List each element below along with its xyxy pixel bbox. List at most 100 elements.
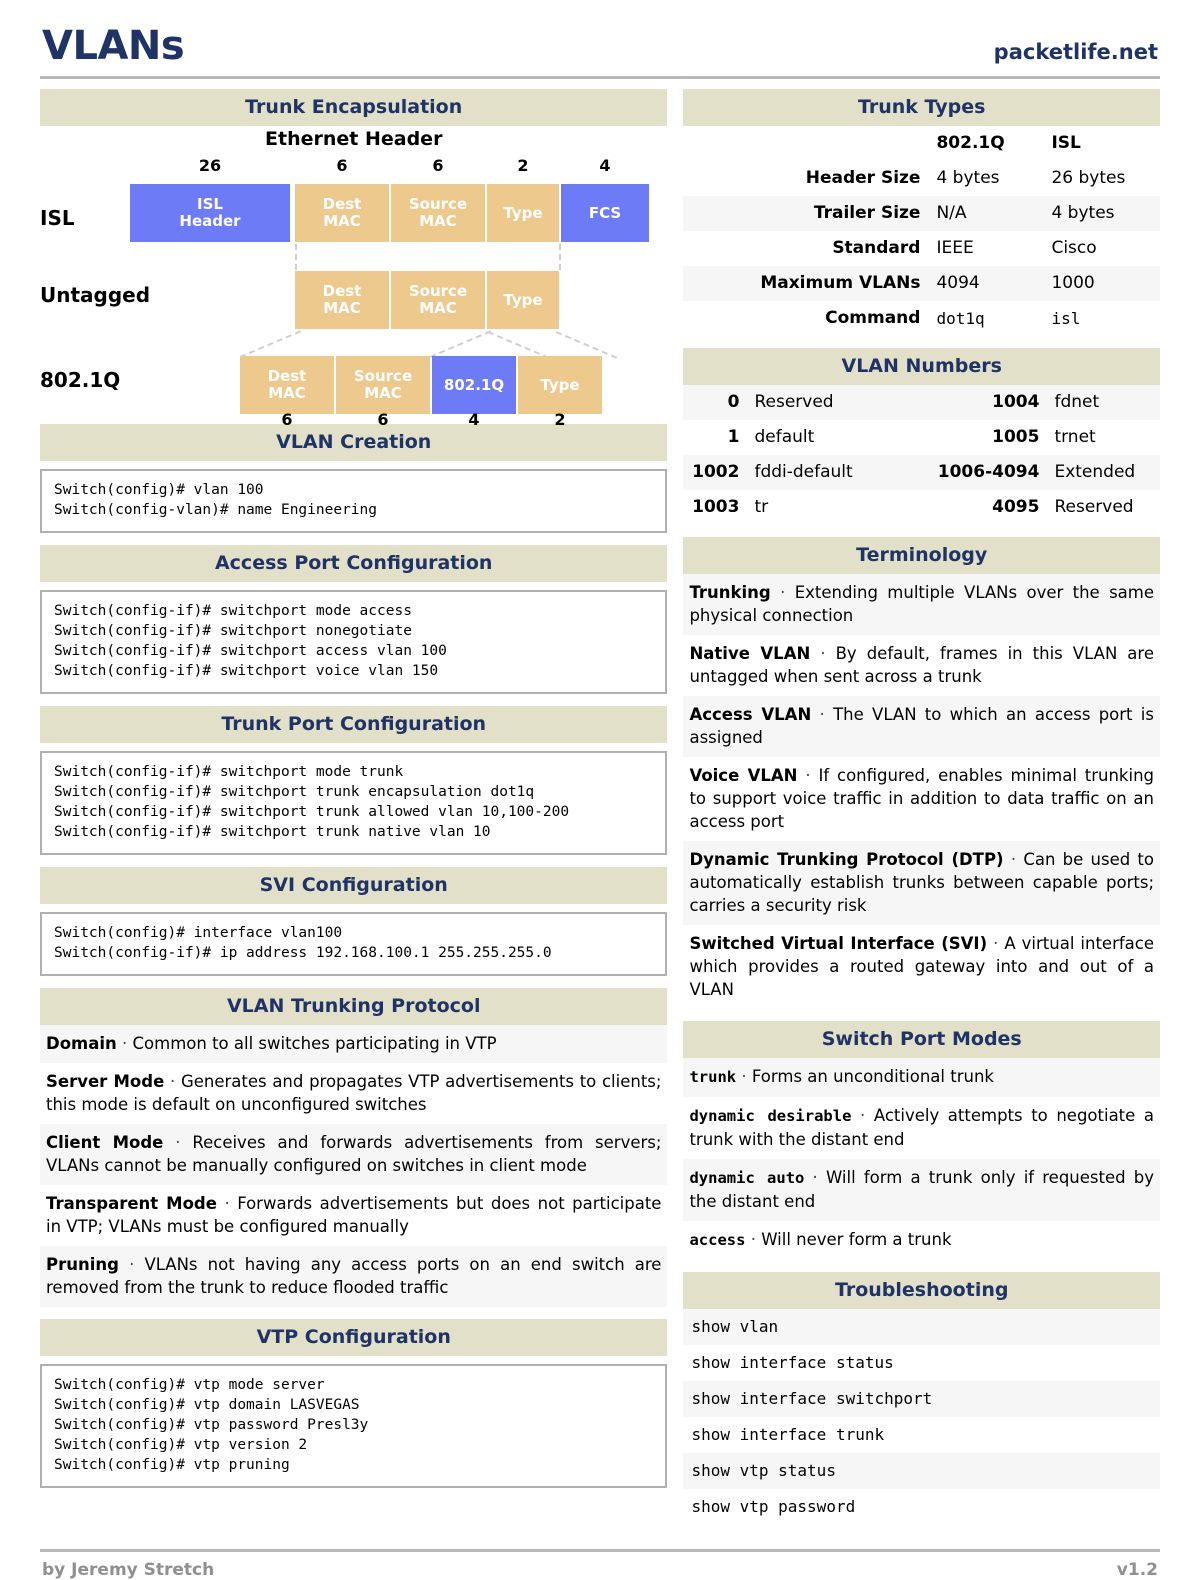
command-item: show interface trunk (683, 1417, 1160, 1453)
block-dest-line1: Dest (322, 282, 362, 300)
vlan-id: 1006-4094 (905, 455, 1046, 490)
separator: · (820, 644, 826, 663)
description: Will never form a trunk (761, 1230, 952, 1249)
separator: · (175, 1133, 181, 1152)
section-header-terminology: Terminology (683, 537, 1160, 574)
list-item: Access VLAN · The VLAN to which an acces… (683, 696, 1160, 757)
page-title: VLANs (42, 23, 185, 69)
vlan-id: 1004 (905, 385, 1046, 420)
block-dest-line2: MAC (268, 384, 306, 402)
list-item: dynamic auto · Will form a trunk only if… (683, 1159, 1160, 1221)
term: Pruning (46, 1255, 119, 1274)
code-line: Switch(config-vlan)# name Engineering (54, 502, 378, 518)
empty-header (683, 126, 929, 161)
block-untagged-dest-mac: Dest MAC (295, 271, 389, 329)
code-line: Switch(config)# interface vlan100 (54, 925, 343, 941)
vlan-id: 1005 (905, 420, 1046, 455)
code-block-vlan-creation: Switch(config)# vlan 100 Switch(config-v… (40, 469, 668, 533)
table-row: 1 default 1005 trnet (683, 420, 1160, 455)
diagram-title: Ethernet Header (265, 128, 443, 150)
vlan-name: fdnet (1045, 385, 1160, 420)
size-label-2: 2 (517, 156, 529, 175)
site-brand: packetlife.net (993, 40, 1158, 64)
content-columns: Trunk Encapsulation Ethernet Header 26 6… (40, 89, 1160, 1537)
code-line: Switch(config-if)# switchport trunk allo… (54, 804, 570, 820)
row-value-dot1q: 4 bytes (928, 161, 1044, 196)
list-item: Client Mode · Receives and forwards adve… (40, 1124, 668, 1185)
left-column: Trunk Encapsulation Ethernet Header 26 6… (40, 89, 668, 1500)
right-column: Trunk Types 802.1Q ISL Header Size 4 byt… (683, 89, 1160, 1537)
vlan-name: Reserved (1045, 490, 1160, 525)
bottom-size-labels: 6 6 4 2 (40, 410, 667, 434)
trunk-types-table: 802.1Q ISL Header Size 4 bytes 26 bytes … (683, 126, 1160, 336)
row-label: Header Size (683, 161, 929, 196)
size-label-b6a: 6 (281, 410, 293, 429)
block-isl-header-line2: Header (179, 212, 241, 230)
vlan-name: Extended (1045, 455, 1160, 490)
row-value-dot1q: 4094 (928, 266, 1044, 301)
vlan-id: 1003 (683, 490, 746, 525)
section-header-vtp-configuration: VTP Configuration (40, 1319, 668, 1356)
table-row: Command dot1q isl (683, 301, 1160, 336)
ethernet-header-diagram: Ethernet Header 26 6 6 2 4 ISL ISL Heade… (40, 128, 667, 429)
table-row: Maximum VLANs 4094 1000 (683, 266, 1160, 301)
code-block-access-port: Switch(config-if)# switchport mode acces… (40, 590, 668, 694)
masthead: VLANs packetlife.net (40, 26, 1160, 70)
block-untagged-source-mac: Source MAC (391, 271, 485, 329)
description: VLANs not having any access ports on an … (46, 1255, 662, 1297)
vlan-name: tr (745, 490, 906, 525)
block-untagged-type: Type (487, 271, 559, 329)
footer: by Jeremy Stretch v1.2 (40, 1552, 1160, 1580)
section-header-troubleshooting: Troubleshooting (683, 1272, 1160, 1309)
term: Trunking (689, 583, 771, 602)
section-header-svi-configuration: SVI Configuration (40, 867, 668, 904)
command-item: show vtp password (683, 1489, 1160, 1525)
table-row: 1003 tr 4095 Reserved (683, 490, 1160, 525)
code-line: Switch(config-if)# switchport mode trunk (54, 764, 404, 780)
block-dot1q-tag: 802.1Q (432, 356, 516, 414)
size-label-6b: 6 (432, 156, 444, 175)
leader-isl-right (559, 244, 561, 270)
row-value-dot1q: IEEE (928, 231, 1044, 266)
section-header-vlan-numbers: VLAN Numbers (683, 348, 1160, 385)
code-line: Switch(config-if)# ip address 192.168.10… (54, 945, 552, 961)
separator: · (860, 1106, 866, 1125)
list-item: Transparent Mode · Forwards advertisemen… (40, 1185, 668, 1246)
list-item: Switched Virtual Interface (SVI) · A vir… (683, 925, 1160, 1009)
list-item: Server Mode · Generates and propagates V… (40, 1063, 668, 1124)
terminology-list: Trunking · Extending multiple VLANs over… (683, 574, 1160, 1009)
mode-name: trunk (689, 1068, 737, 1086)
code-line: Switch(config-if)# switchport access vla… (54, 643, 447, 659)
mode-name: dynamic auto (689, 1169, 805, 1187)
block-isl-type: Type (487, 184, 559, 242)
section-header-vlan-trunking-protocol: VLAN Trunking Protocol (40, 988, 668, 1025)
code-line: Switch(config-if)# switchport trunk nati… (54, 824, 491, 840)
diagram-canvas: 26 6 6 2 4 ISL ISL Header Dest MAC Sourc… (40, 156, 667, 414)
mode-name: dynamic desirable (689, 1107, 852, 1125)
section-header-switch-port-modes: Switch Port Modes (683, 1021, 1160, 1058)
separator: · (122, 1034, 128, 1053)
list-item: Voice VLAN · If configured, enables mini… (683, 757, 1160, 841)
size-label-6a: 6 (336, 156, 348, 175)
list-item: Domain · Common to all switches particip… (40, 1025, 668, 1063)
table-row: Trailer Size N/A 4 bytes (683, 196, 1160, 231)
leader-dot1q-d (555, 331, 618, 359)
separator: · (819, 705, 825, 724)
separator: · (993, 934, 999, 953)
code-line: Switch(config)# vtp mode server (54, 1377, 325, 1393)
block-source-line1: Source (408, 195, 468, 213)
code-line: Switch(config)# vtp pruning (54, 1457, 290, 1473)
list-item: Trunking · Extending multiple VLANs over… (683, 574, 1160, 635)
size-label-b6b: 6 (377, 410, 389, 429)
block-dest-line1: Dest (322, 195, 362, 213)
section-header-access-port-configuration: Access Port Configuration (40, 545, 668, 582)
code-line: Switch(config)# vtp domain LASVEGAS (54, 1397, 360, 1413)
code-block-svi: Switch(config)# interface vlan100 Switch… (40, 912, 668, 976)
size-label-b2: 2 (554, 410, 566, 429)
block-isl-header: ISL Header (130, 184, 290, 242)
code-line: Switch(config-if)# switchport trunk enca… (54, 784, 535, 800)
separator: · (750, 1230, 756, 1249)
footer-version: v1.2 (1116, 1560, 1158, 1580)
leader-dot1q-b (429, 330, 492, 358)
table-row: Standard IEEE Cisco (683, 231, 1160, 266)
